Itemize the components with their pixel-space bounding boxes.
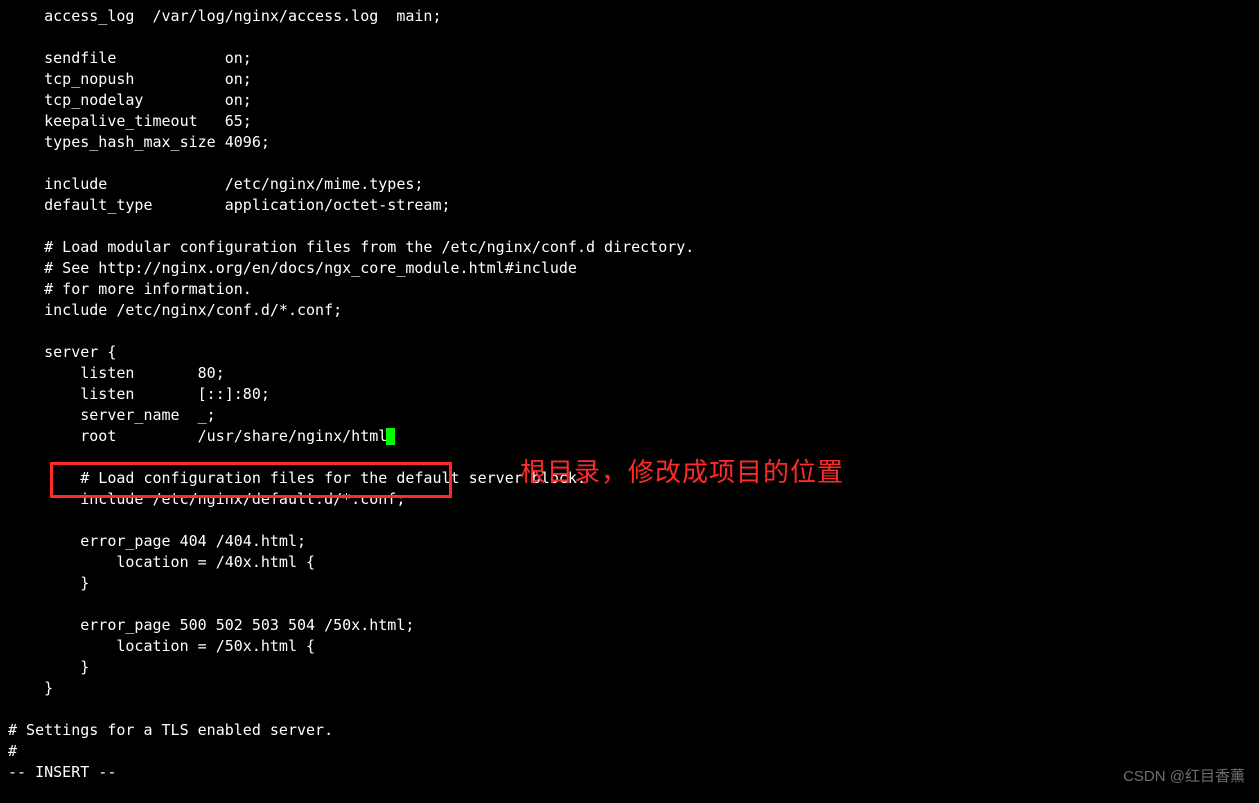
config-line: access_log /var/log/nginx/access.log mai… [8, 6, 1259, 27]
config-line: sendfile on; [8, 48, 1259, 69]
config-line: include /etc/nginx/default.d/*.conf; [8, 489, 1259, 510]
config-line: } [8, 678, 1259, 699]
config-line: listen [::]:80; [8, 384, 1259, 405]
config-line: } [8, 657, 1259, 678]
config-line: root /usr/share/nginx/html [8, 426, 1259, 447]
vim-status-line: -- INSERT -- [8, 762, 1259, 783]
cursor [386, 428, 395, 445]
config-line: include /etc/nginx/conf.d/*.conf; [8, 300, 1259, 321]
watermark-text: CSDN @红目香薰 [1123, 766, 1245, 787]
config-line: server_name _; [8, 405, 1259, 426]
config-line: error_page 404 /404.html; [8, 531, 1259, 552]
config-file-content: access_log /var/log/nginx/access.log mai… [8, 6, 1259, 762]
config-line: # [8, 741, 1259, 762]
config-line: listen 80; [8, 363, 1259, 384]
config-line: default_type application/octet-stream; [8, 195, 1259, 216]
config-line [8, 510, 1259, 531]
config-line: # for more information. [8, 279, 1259, 300]
annotation-text: 根目录，修改成项目的位置 [520, 462, 844, 483]
config-line: include /etc/nginx/mime.types; [8, 174, 1259, 195]
config-line: keepalive_timeout 65; [8, 111, 1259, 132]
terminal-screen[interactable]: access_log /var/log/nginx/access.log mai… [0, 0, 1259, 803]
config-line [8, 321, 1259, 342]
config-line: tcp_nopush on; [8, 69, 1259, 90]
config-line: tcp_nodelay on; [8, 90, 1259, 111]
config-line: # Settings for a TLS enabled server. [8, 720, 1259, 741]
config-line: # Load modular configuration files from … [8, 237, 1259, 258]
config-line: # See http://nginx.org/en/docs/ngx_core_… [8, 258, 1259, 279]
config-line: location = /50x.html { [8, 636, 1259, 657]
config-line: error_page 500 502 503 504 /50x.html; [8, 615, 1259, 636]
config-line [8, 27, 1259, 48]
config-line: types_hash_max_size 4096; [8, 132, 1259, 153]
config-line [8, 699, 1259, 720]
config-line [8, 594, 1259, 615]
config-line [8, 216, 1259, 237]
config-line: location = /40x.html { [8, 552, 1259, 573]
config-line: } [8, 573, 1259, 594]
config-line [8, 153, 1259, 174]
config-line: server { [8, 342, 1259, 363]
